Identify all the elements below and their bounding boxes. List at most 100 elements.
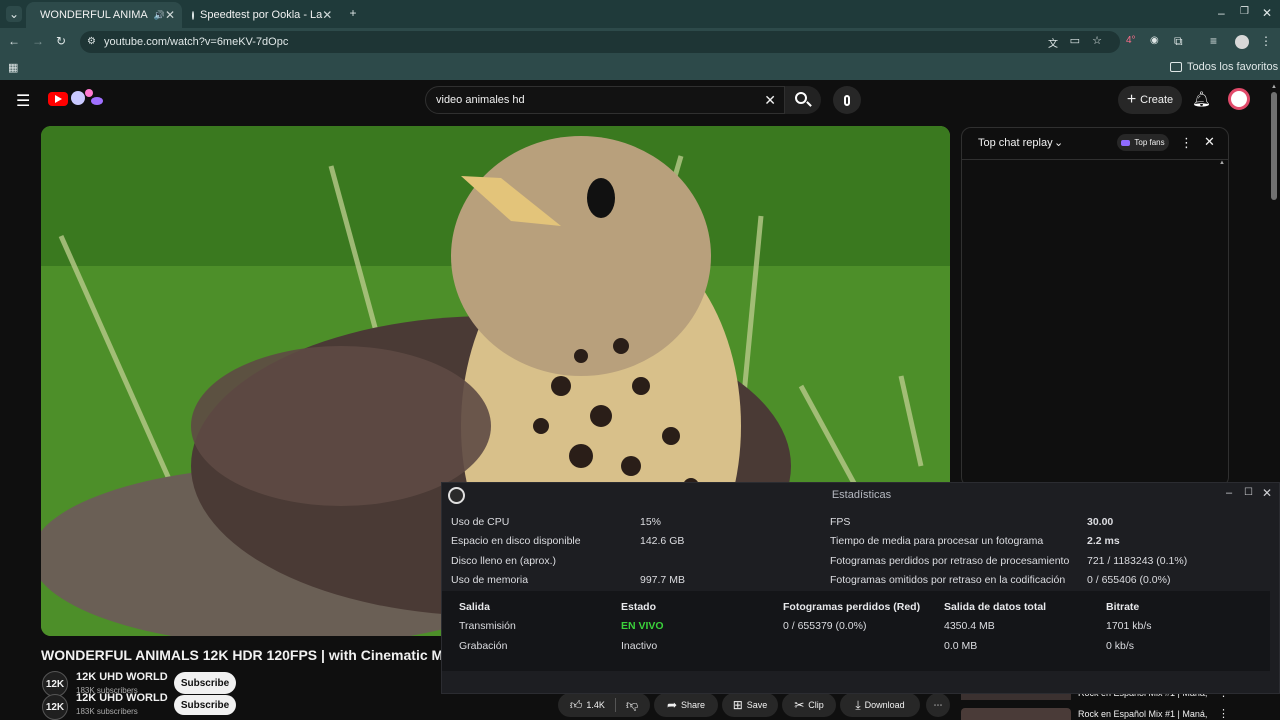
clip-button[interactable]: ✂ Clip (782, 693, 836, 717)
browser-tab-bar: ⌄ WONDERFUL ANIMA 🔊 ✕ Speedtest por Ookl… (0, 0, 1280, 28)
thumbs-down-icon[interactable]: 👎︎ (626, 698, 638, 713)
recommended-thumbnail[interactable] (961, 708, 1071, 720)
table-cell: 0.0 MB (944, 640, 978, 652)
stat-label: FPS (830, 516, 851, 528)
minimize-icon[interactable]: – (1226, 487, 1232, 499)
close-tab-icon[interactable]: ✕ (165, 8, 175, 22)
forward-icon[interactable]: → (32, 34, 44, 48)
scroll-up-icon[interactable]: ▲ (1219, 160, 1225, 166)
restore-icon[interactable]: ❐ (1240, 6, 1249, 17)
subscribe-button[interactable]: Subscribe (174, 695, 236, 715)
like-count: 1.4K (586, 700, 605, 710)
avatar-text: 12K (45, 701, 65, 713)
page-scroll-up-icon[interactable]: ▲ (1271, 84, 1277, 90)
table-header: Salida (459, 601, 490, 613)
channel-name[interactable]: 12K UHD WORLD (76, 692, 168, 704)
chevron-down-icon[interactable]: ⌄ (1054, 136, 1063, 149)
chat-more-icon[interactable]: ⋮ (1180, 135, 1193, 151)
stat-label: Tiempo de media para procesar un fotogra… (830, 535, 1044, 547)
download-button[interactable]: ⤓ Download (840, 693, 920, 717)
apps-grid-icon[interactable]: ▦ (8, 61, 18, 74)
subscribe-button[interactable]: Subscribe (174, 672, 236, 694)
channel-avatar[interactable]: 12K (42, 694, 68, 720)
maximize-icon[interactable]: ☐ (1244, 487, 1253, 498)
tab-label: Speedtest por Ookla - La (200, 9, 323, 21)
download-label: Download (864, 700, 905, 710)
recommended-more-icon[interactable]: ⋮ (1218, 707, 1229, 720)
tab-search-icon[interactable]: ⌄ (6, 6, 22, 22)
extension-icon[interactable]: ◉ (1150, 35, 1159, 46)
video-title: WONDERFUL ANIMALS 12K HDR 120FPS | with … (41, 647, 490, 663)
minimize-icon[interactable]: – (1218, 6, 1225, 20)
voice-search-button[interactable] (833, 86, 861, 114)
table-cell: 1701 kb/s (1106, 620, 1152, 632)
save-label: Save (746, 700, 768, 710)
share-label: Share (681, 700, 706, 710)
close-chat-icon[interactable]: ✕ (1204, 134, 1215, 150)
reload-icon[interactable]: ↻ (56, 34, 66, 48)
site-info-icon[interactable]: ⚙ (87, 36, 96, 47)
tab-label: WONDERFUL ANIMA (40, 9, 148, 21)
stat-label: Uso de CPU (451, 516, 510, 528)
tab-youtube[interactable]: WONDERFUL ANIMA 🔊 ✕ (26, 2, 182, 28)
chat-mode-selector[interactable]: Top chat replay (978, 137, 1053, 149)
tab-speedtest[interactable]: Speedtest por Ookla - La ✕ (184, 2, 340, 28)
table-header: Estado (621, 601, 657, 613)
close-tab-icon[interactable]: ✕ (322, 8, 332, 22)
table-cell: Transmisión (459, 620, 516, 632)
channel-avatar[interactable] (1228, 88, 1250, 110)
subscribe-label: Subscribe (180, 699, 230, 711)
stat-label: Fotogramas omitidos por retraso en la co… (830, 574, 1066, 586)
live-chat-panel: Top chat replay ⌄ Top fans ⋮ ✕ ▲ (961, 127, 1229, 487)
clear-search-icon[interactable]: ✕ (764, 92, 776, 109)
youtube-logo[interactable] (48, 92, 68, 106)
top-fans-button[interactable]: Top fans (1117, 134, 1169, 151)
extension-icon[interactable]: 4° (1126, 35, 1136, 46)
page-scrollbar[interactable] (1271, 92, 1277, 200)
extensions-puzzle-icon[interactable]: ⧉ (1174, 34, 1183, 49)
search-input[interactable]: video animales hd ✕ (425, 86, 785, 114)
youtube-doodle-logo[interactable] (71, 89, 105, 107)
address-bar[interactable]: ⚙ youtube.com/watch?v=6meKV-7dOpc 文 ▭ ☆ (80, 31, 1120, 53)
hamburger-menu-icon[interactable]: ☰ (16, 91, 30, 111)
share-arrow-icon: ➦ (666, 698, 678, 712)
table-cell: 0 / 655379 (0.0%) (783, 620, 867, 632)
save-button[interactable]: ⊞ Save (722, 693, 778, 717)
notifications-bell-icon[interactable]: 🔔︎ (1192, 90, 1211, 108)
media-control-icon[interactable]: ≡ (1210, 34, 1217, 48)
new-tab-icon[interactable]: + (346, 6, 360, 20)
create-button[interactable]: + Create (1118, 86, 1182, 114)
close-icon[interactable]: ✕ (1262, 486, 1272, 500)
scissors-icon: ✂ (794, 698, 805, 712)
profile-avatar[interactable] (1235, 35, 1249, 49)
all-bookmarks-link[interactable]: Todos los favoritos (1187, 61, 1278, 73)
speaker-icon[interactable]: 🔊 (154, 10, 165, 21)
divider (962, 159, 1228, 160)
subscriber-count: 183K subscribers (76, 707, 138, 716)
back-icon[interactable]: ← (8, 34, 20, 48)
share-button[interactable]: ➦ Share (654, 693, 718, 717)
bookmark-star-icon[interactable]: ☆ (1092, 34, 1102, 47)
stat-value: 721 / 1183243 (0.1%) (1087, 555, 1188, 567)
menu-kebab-icon[interactable]: ⋮ (1260, 34, 1272, 48)
search-button[interactable] (785, 86, 821, 114)
outputs-table: Salida Estado Fotogramas perdidos (Red) … (442, 591, 1270, 671)
table-header: Fotogramas perdidos (Red) (783, 601, 921, 613)
table-header: Bitrate (1106, 601, 1140, 613)
translate-icon[interactable]: 文 (1048, 35, 1058, 50)
stat-label: Disco lleno en (aprox.) (451, 555, 557, 567)
plus-icon: + (1126, 91, 1137, 108)
obs-logo-icon (448, 487, 465, 504)
close-window-icon[interactable]: ✕ (1262, 6, 1272, 20)
stat-label: Fotogramas perdidos por retraso de proce… (830, 555, 1070, 567)
like-button[interactable]: 👍︎ 1.4K (570, 698, 605, 713)
channel-name[interactable]: 12K UHD WORLD (76, 671, 168, 683)
more-actions-icon[interactable]: ⋯ (926, 693, 950, 717)
stat-value: 30.00 (1087, 516, 1114, 528)
recommended-title[interactable]: Rock en Español Mix #1 | Maná, (1078, 709, 1207, 719)
microphone-icon (844, 94, 850, 106)
top-fans-label: Top fans (1134, 138, 1165, 147)
create-label: Create (1140, 94, 1174, 106)
cast-icon[interactable]: ▭ (1070, 34, 1080, 47)
browser-toolbar: ← → ↻ ⚙ youtube.com/watch?v=6meKV-7dOpc … (0, 28, 1280, 56)
